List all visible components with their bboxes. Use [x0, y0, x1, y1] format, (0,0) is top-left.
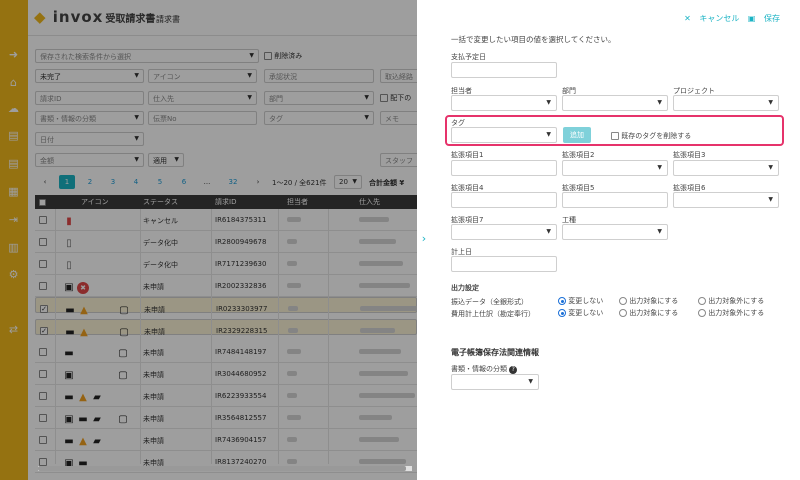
cancel-button[interactable]: ✕ キャンセル [684, 14, 739, 23]
tag-select[interactable]: ▼ [451, 127, 557, 143]
ext7-select[interactable]: ▼ [451, 224, 557, 240]
modal-backdrop[interactable] [0, 0, 417, 480]
transfer-exclude-radio[interactable]: 出力対象外にする [698, 296, 764, 306]
help-icon[interactable]: ? [509, 366, 518, 374]
add-tag-button[interactable]: 追加 [563, 127, 591, 143]
payment-date-label: 支払予定日 [451, 53, 486, 61]
doc-type-select[interactable]: ▼ [451, 374, 539, 390]
panel-actions: ✕ キャンセル ▣ 保存 [678, 13, 780, 24]
transfer-include-radio[interactable]: 出力対象にする [619, 296, 678, 306]
construction-type-select[interactable]: ▼ [562, 224, 668, 240]
collapse-panel-icon[interactable]: › [417, 230, 431, 248]
ext1-input[interactable] [451, 160, 557, 176]
delete-existing-tags-checkbox[interactable]: 既存のタグを削除する [611, 131, 691, 141]
horizontal-scrollbar[interactable] [38, 466, 412, 471]
panel-instruction: 一括で変更したい項目の値を選択してください。 [451, 35, 616, 44]
department-select[interactable]: ▼ [562, 95, 668, 111]
bulk-edit-panel: › ✕ キャンセル ▣ 保存 一括で変更したい項目の値を選択してください。 支払… [417, 0, 800, 480]
ext3-label: 拡張項目3 [673, 151, 706, 159]
save-button[interactable]: ▣ 保存 [748, 14, 780, 23]
transfer-no-change-radio[interactable]: 変更しない [558, 296, 603, 306]
ext6-select[interactable]: ▼ [673, 192, 779, 208]
posting-date-input[interactable] [451, 256, 557, 272]
expense-journal-label: 費用計上仕訳（勘定奉行） [451, 310, 535, 318]
ext4-input[interactable] [451, 192, 557, 208]
doc-type-label: 書類・情報の分類 ? [451, 364, 518, 374]
person-select[interactable]: ▼ [451, 95, 557, 111]
ext2-select[interactable]: ▼ [562, 160, 668, 176]
journal-exclude-radio[interactable]: 出力対象外にする [698, 308, 764, 318]
delete-existing-tags-label: 既存のタグを削除する [621, 132, 692, 140]
payment-date-input[interactable] [451, 62, 557, 78]
ebook-section-heading: 電子帳簿保存法関連情報 [451, 348, 539, 357]
output-settings-heading: 出力設定 [451, 284, 479, 292]
ext3-select[interactable]: ▼ [673, 160, 779, 176]
journal-include-radio[interactable]: 出力対象にする [619, 308, 678, 318]
project-select[interactable]: ▼ [673, 95, 779, 111]
ext5-input[interactable] [562, 192, 668, 208]
ext2-label: 拡張項目2 [562, 151, 595, 159]
ext1-label: 拡張項目1 [451, 151, 484, 159]
journal-no-change-radio[interactable]: 変更しない [558, 308, 603, 318]
transfer-data-label: 振込データ（全銀形式） [451, 298, 528, 306]
